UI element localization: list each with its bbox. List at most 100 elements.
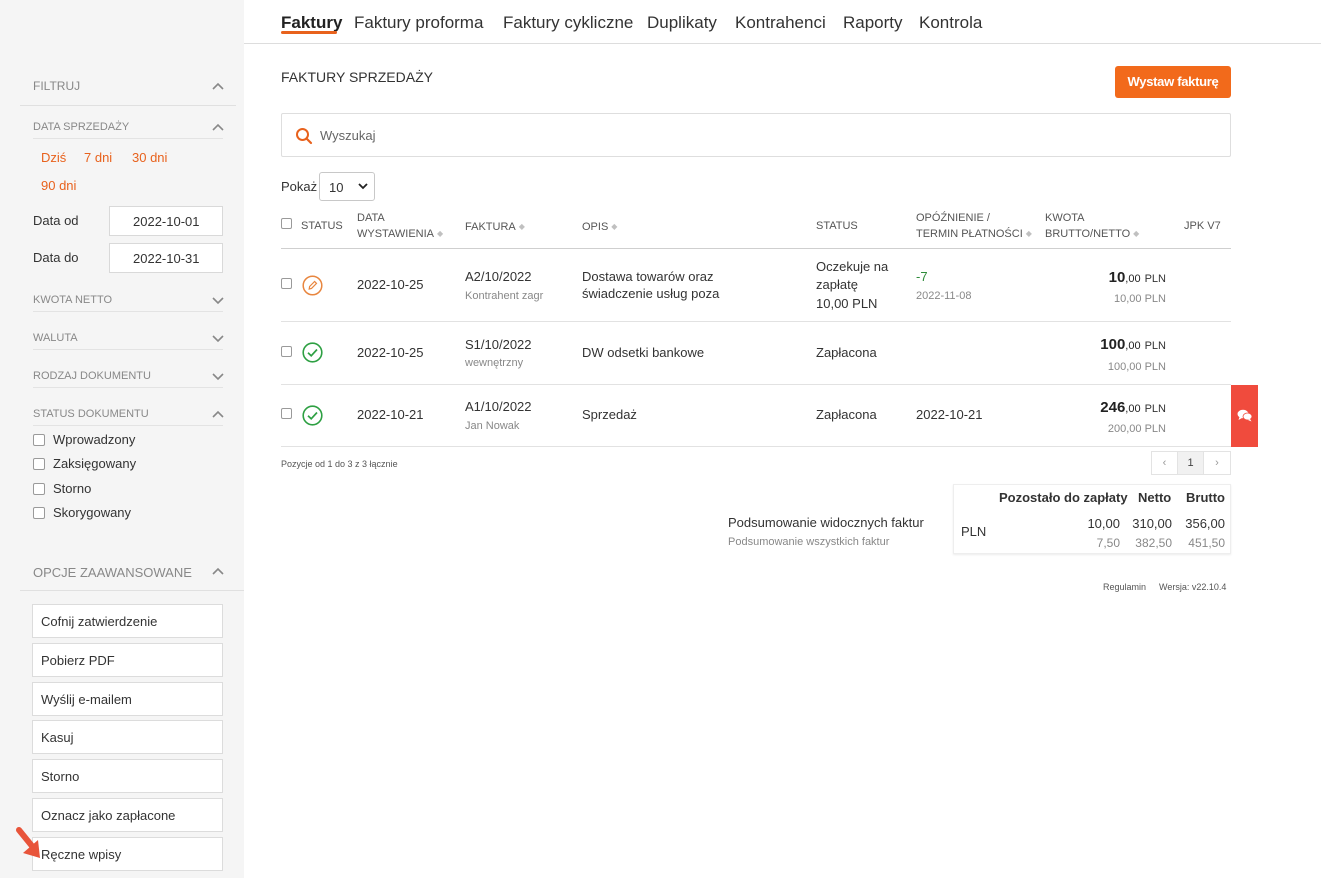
- date-from-input[interactable]: 2022-10-01: [109, 206, 223, 236]
- arrow-pointer-icon: [16, 827, 40, 858]
- row-net: 200,00 PLN: [1107, 423, 1166, 435]
- chevron-up-icon[interactable]: [211, 409, 225, 419]
- row-delay: -7: [916, 269, 928, 284]
- chevron-down-icon[interactable]: [211, 295, 225, 305]
- tab-cyclic[interactable]: Faktury cykliczne: [503, 13, 633, 33]
- status-doc-title: STATUS DOKUMENTU: [33, 408, 149, 420]
- advanced-title: OPCJE ZAAWANSOWANE: [33, 565, 192, 580]
- prev-page-button[interactable]: ‹: [1151, 451, 1178, 475]
- col-status: STATUS: [301, 220, 343, 232]
- chevron-up-icon[interactable]: [211, 81, 225, 91]
- check-circle-icon: [302, 405, 323, 426]
- terms-link[interactable]: Regulamin: [1103, 579, 1146, 596]
- row-invoice-number[interactable]: S1/10/2022: [465, 336, 532, 353]
- divider: [33, 311, 223, 312]
- search-input[interactable]: Wyszukaj: [281, 113, 1231, 157]
- chevron-down-icon[interactable]: [211, 371, 225, 381]
- row-date: 2022-10-25: [357, 345, 424, 360]
- row-checkbox[interactable]: [281, 346, 292, 357]
- row-gross: 10,00 PLN: [1108, 269, 1166, 286]
- tab-contractors[interactable]: Kontrahenci: [735, 13, 826, 33]
- status-filter-posted[interactable]: Zaksięgowany: [33, 456, 136, 471]
- select-all-checkbox[interactable]: [281, 218, 292, 229]
- quick-range-7[interactable]: 7 dni: [84, 150, 112, 165]
- quick-range-90[interactable]: 90 dni: [41, 178, 76, 193]
- summary-visible-net: 310,00: [1132, 516, 1172, 531]
- status-filter-entered[interactable]: Wprowadzony: [33, 432, 135, 447]
- delete-button[interactable]: Kasuj: [32, 720, 223, 754]
- divider: [33, 425, 223, 426]
- row-invoice-number[interactable]: A1/10/2022: [465, 398, 532, 415]
- quick-range-30[interactable]: 30 dni: [132, 150, 167, 165]
- row-divider: [281, 384, 1231, 385]
- divider: [33, 349, 223, 350]
- download-pdf-button[interactable]: Pobierz PDF: [32, 643, 223, 677]
- tab-proforma[interactable]: Faktury proforma: [354, 13, 483, 33]
- divider: [20, 590, 244, 591]
- tab-reports[interactable]: Raporty: [843, 13, 903, 33]
- manual-entries-button[interactable]: Ręczne wpisy: [32, 837, 223, 871]
- show-label: Pokaż: [281, 179, 318, 194]
- undo-approval-button[interactable]: Cofnij zatwierdzenie: [32, 604, 223, 638]
- header-divider: [281, 248, 1231, 249]
- sort-icon: ◆: [1025, 229, 1032, 238]
- chevron-down-icon[interactable]: [211, 333, 225, 343]
- mark-paid-button[interactable]: Oznacz jako zapłacone: [32, 798, 223, 832]
- summary-all-net: 382,50: [1135, 536, 1172, 550]
- checkbox[interactable]: [33, 433, 45, 446]
- sort-icon: ◆: [518, 222, 525, 231]
- row-gross: 246,00 PLN: [1100, 399, 1166, 416]
- row-status-line1: Zapłacona: [816, 345, 877, 360]
- row-status-line1: Zapłacona: [816, 407, 877, 422]
- check-circle-icon: [302, 342, 323, 363]
- col-date[interactable]: DATA WYSTAWIENIA ◆: [357, 211, 443, 242]
- section-doc-type[interactable]: RODZAJ DOKUMENTU: [33, 370, 151, 382]
- col-description[interactable]: OPIS ◆: [582, 219, 617, 235]
- storno-button[interactable]: Storno: [32, 759, 223, 793]
- checkbox[interactable]: [33, 482, 45, 495]
- row-invoice-number[interactable]: A2/10/2022: [465, 268, 532, 285]
- tab-duplicates[interactable]: Duplikaty: [647, 13, 717, 33]
- next-page-button[interactable]: ›: [1203, 451, 1231, 475]
- summary-table: Pozostało do zapłaty Netto Brutto PLN 10…: [953, 484, 1231, 554]
- divider: [20, 105, 236, 106]
- chevron-down-icon: [358, 183, 368, 190]
- summary-all-gross: 451,50: [1188, 536, 1225, 550]
- page-1-button[interactable]: 1: [1177, 451, 1204, 475]
- col-delay[interactable]: OPÓŹNIENIE / TERMIN PŁATNOŚCI ◆: [916, 211, 1032, 242]
- row-client: Kontrahent zagr: [465, 290, 544, 302]
- version-text: Wersja: v22.10.4: [1159, 582, 1227, 592]
- row-due-date: 2022-10-21: [916, 407, 983, 422]
- send-email-button[interactable]: Wyślij e-mailem: [32, 682, 223, 716]
- checkbox[interactable]: [33, 506, 45, 519]
- section-currency[interactable]: WALUTA: [33, 332, 78, 344]
- row-date: 2022-10-21: [357, 407, 424, 422]
- section-net-amount[interactable]: KWOTA NETTO: [33, 294, 112, 306]
- col-amount[interactable]: KWOTA BRUTTO/NETTO ◆: [1045, 211, 1139, 242]
- col-invoice[interactable]: FAKTURA ◆: [465, 219, 525, 235]
- tab-invoices[interactable]: Faktury: [281, 13, 342, 33]
- col-jpk: JPK V7: [1184, 220, 1221, 232]
- quick-range-today[interactable]: Dziś: [41, 150, 66, 165]
- pagination-info: Pozycje od 1 do 3 z 3 łącznie: [281, 459, 398, 469]
- tab-control[interactable]: Kontrola: [919, 13, 982, 33]
- issue-invoice-button[interactable]: Wystaw fakturę: [1115, 66, 1231, 98]
- row-checkbox[interactable]: [281, 278, 292, 289]
- row-net: 100,00 PLN: [1107, 361, 1166, 373]
- pencil-icon[interactable]: [302, 275, 323, 296]
- chat-icon: [1237, 409, 1253, 422]
- chat-button[interactable]: [1231, 385, 1258, 447]
- row-divider: [281, 321, 1231, 322]
- checkbox[interactable]: [33, 457, 45, 470]
- status-filter-corrected[interactable]: Skorygowany: [33, 505, 131, 520]
- date-to-input[interactable]: 2022-10-31: [109, 243, 223, 273]
- row-net: 10,00 PLN: [1114, 293, 1166, 305]
- chevron-up-icon[interactable]: [211, 566, 225, 576]
- status-filter-storno[interactable]: Storno: [33, 481, 91, 496]
- row-checkbox[interactable]: [281, 408, 292, 419]
- chevron-up-icon[interactable]: [211, 122, 225, 132]
- row-status-line2: zapłatę: [816, 277, 858, 292]
- page-size-select[interactable]: 10: [319, 172, 375, 201]
- date-to-label: Data do: [33, 250, 79, 265]
- row-desc-line1: Dostawa towarów oraz: [582, 269, 714, 284]
